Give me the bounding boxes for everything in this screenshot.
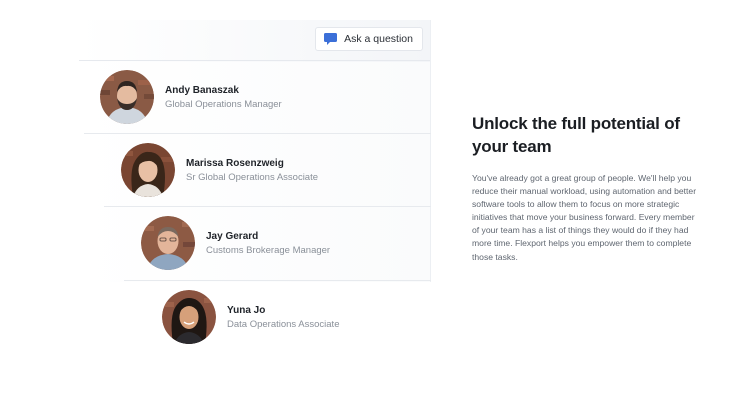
team-member-row: Yuna Jo Data Operations Associate bbox=[162, 281, 339, 353]
member-name: Jay Gerard bbox=[206, 230, 259, 242]
member-role: Customs Brokerage Manager bbox=[206, 244, 331, 256]
avatar bbox=[100, 70, 154, 124]
member-role: Sr Global Operations Associate bbox=[186, 171, 319, 183]
divider bbox=[430, 20, 431, 282]
ask-question-label: Ask a question bbox=[344, 33, 413, 45]
avatar bbox=[162, 290, 216, 344]
team-member-row: Andy Banaszak Global Operations Manager bbox=[100, 61, 282, 133]
avatar bbox=[121, 143, 175, 197]
avatar bbox=[141, 216, 195, 270]
section-body: You've already got a great group of peop… bbox=[472, 173, 697, 262]
member-name: Andy Banaszak bbox=[165, 84, 239, 96]
member-name: Marissa Rosenzweig bbox=[186, 157, 284, 169]
member-role: Data Operations Associate bbox=[227, 318, 340, 330]
team-member-row: Marissa Rosenzweig Sr Global Operations … bbox=[121, 134, 318, 206]
section-title: Unlock the full potential of your team bbox=[472, 114, 680, 156]
ask-question-button[interactable]: Ask a question bbox=[315, 27, 423, 51]
marketing-copy: Unlock the full potential of your team Y… bbox=[472, 112, 704, 264]
member-role: Global Operations Manager bbox=[165, 98, 282, 110]
member-name: Yuna Jo bbox=[227, 304, 266, 316]
chat-bubble-icon bbox=[324, 33, 338, 45]
team-member-row: Jay Gerard Customs Brokerage Manager bbox=[141, 207, 330, 279]
